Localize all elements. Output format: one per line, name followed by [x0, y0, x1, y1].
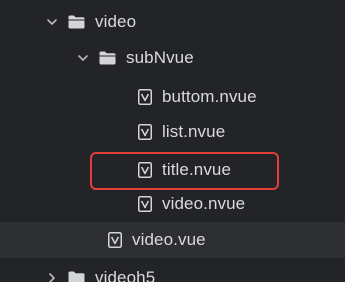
- tree-item-label: title.nvue: [162, 160, 232, 179]
- tree-item-subnvue-folder[interactable]: subNvue: [0, 40, 345, 76]
- tree-item-label: videoh5: [95, 268, 156, 282]
- vue-file-icon: [108, 232, 122, 248]
- tree-item-video-nvue[interactable]: video.nvue: [0, 186, 345, 222]
- tree-item-video-vue[interactable]: video.vue: [0, 222, 345, 258]
- tree-item-label: video: [95, 12, 137, 31]
- vue-file-icon: [138, 162, 152, 178]
- tree-item-videoh5-folder[interactable]: videoh5: [0, 260, 345, 282]
- tree-item-title-nvue[interactable]: title.nvue: [0, 152, 345, 188]
- vue-file-icon: [138, 124, 152, 140]
- tree-item-label: buttom.nvue: [162, 87, 257, 106]
- tree-item-label: list.nvue: [162, 122, 226, 141]
- tree-item-label: video.vue: [132, 230, 206, 249]
- chevron-down-icon[interactable]: [46, 16, 58, 28]
- chevron-down-icon[interactable]: [77, 52, 89, 64]
- tree-item-buttom-nvue[interactable]: buttom.nvue: [0, 79, 345, 115]
- folder-icon: [68, 271, 85, 282]
- tree-item-label: subNvue: [126, 48, 194, 67]
- folder-icon: [68, 15, 85, 29]
- vue-file-icon: [138, 89, 152, 105]
- vue-file-icon: [138, 196, 152, 212]
- tree-item-label: video.nvue: [162, 194, 246, 213]
- file-explorer-tree: video subNvue buttom.nvue list.nvue titl…: [0, 0, 345, 282]
- chevron-right-icon[interactable]: [46, 272, 58, 282]
- folder-icon: [99, 51, 116, 65]
- tree-item-video-folder[interactable]: video: [0, 4, 345, 40]
- tree-item-list-nvue[interactable]: list.nvue: [0, 114, 345, 150]
